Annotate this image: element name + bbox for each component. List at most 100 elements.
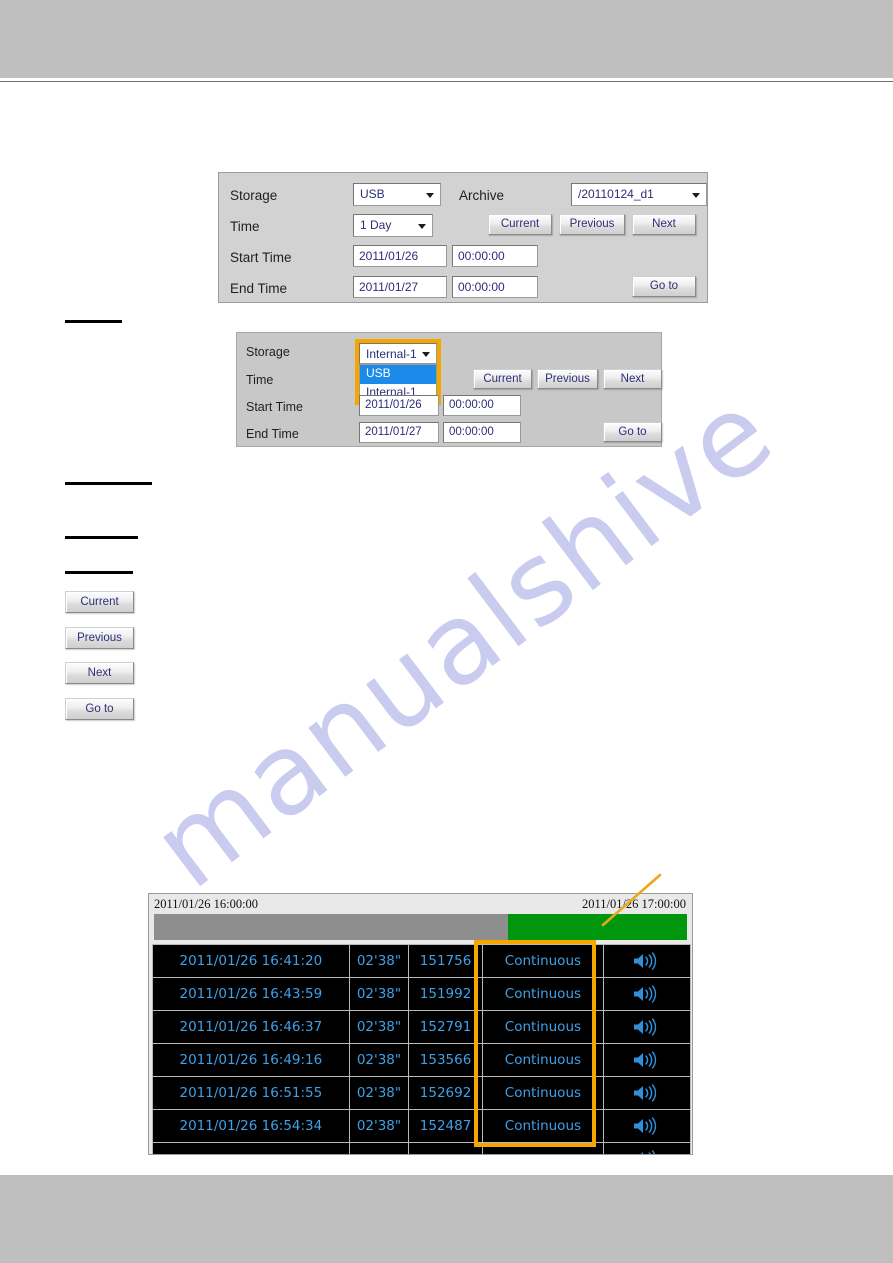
row-datetime-partial[interactable] xyxy=(152,1142,350,1154)
search-panel: Storage Time Start Time End Time Archive… xyxy=(218,172,708,303)
archive-select-value: /20110124_d1 xyxy=(578,187,654,201)
table-row[interactable]: 2011/01/26 16:43:59 02'38" 151992 Contin… xyxy=(152,977,692,1011)
label-end-time: End Time xyxy=(230,281,288,296)
storage-select-value: USB xyxy=(360,187,385,201)
row-duration[interactable]: 02'38" xyxy=(348,944,410,978)
time-range-select-value: 1 Day xyxy=(360,218,392,232)
row-type-partial[interactable] xyxy=(481,1142,604,1154)
archive-select[interactable]: /20110124_d1 xyxy=(571,183,707,206)
recording-list-widget: 2011/01/26 16:00:00 2011/01/26 17:00:00 … xyxy=(148,893,693,1155)
watermark-text: manualshive.com xyxy=(130,380,770,914)
goto-button-2[interactable]: Go to xyxy=(603,422,662,442)
end-date-field[interactable]: 2011/01/27 xyxy=(353,276,447,298)
watermark: manualshive.com xyxy=(70,380,770,940)
row-audio[interactable] xyxy=(602,944,692,978)
previous-button[interactable]: Previous xyxy=(559,214,625,235)
row-duration[interactable]: 02'38" xyxy=(348,1010,410,1044)
chevron-down-icon xyxy=(692,192,700,198)
next-button-2[interactable]: Next xyxy=(603,369,662,389)
label-storage: Storage xyxy=(230,188,278,203)
speaker-icon xyxy=(632,1084,662,1102)
goto-button[interactable]: Go to xyxy=(632,276,696,297)
speaker-icon xyxy=(632,985,662,1003)
label-time: Time xyxy=(230,219,260,234)
row-size-partial[interactable] xyxy=(408,1142,483,1154)
row-audio[interactable] xyxy=(602,1076,692,1110)
row-size[interactable]: 151992 xyxy=(408,977,483,1011)
current-button[interactable]: Current xyxy=(488,214,552,235)
label-start-time-2: Start Time xyxy=(246,400,303,414)
label-time-2: Time xyxy=(246,373,274,387)
row-type[interactable]: Continuous xyxy=(481,1043,604,1077)
row-duration[interactable]: 02'38" xyxy=(348,1043,410,1077)
table-row[interactable]: 2011/01/26 16:51:55 02'38" 152692 Contin… xyxy=(152,1076,692,1110)
timeline-recorded-segment[interactable] xyxy=(508,914,687,940)
label-storage-2: Storage xyxy=(246,345,290,359)
speaker-icon xyxy=(632,1150,662,1154)
legend-previous-button[interactable]: Previous xyxy=(65,627,134,649)
row-audio[interactable] xyxy=(602,1109,692,1143)
speaker-icon xyxy=(632,1018,662,1036)
row-type[interactable]: Continuous xyxy=(481,1076,604,1110)
row-datetime[interactable]: 2011/01/26 16:54:34 xyxy=(152,1109,350,1143)
storage-select[interactable]: USB xyxy=(353,183,441,206)
end-clock-field-2[interactable]: 00:00:00 xyxy=(443,422,521,443)
start-clock-field[interactable]: 00:00:00 xyxy=(452,245,538,267)
legend-next-button[interactable]: Next xyxy=(65,662,134,684)
row-audio[interactable] xyxy=(602,977,692,1011)
row-audio[interactable] xyxy=(602,1010,692,1044)
row-type[interactable]: Continuous xyxy=(481,1010,604,1044)
page-footer-band xyxy=(0,1175,893,1263)
row-size[interactable]: 153566 xyxy=(408,1043,483,1077)
margin-rule-1 xyxy=(65,320,122,323)
start-date-field-2[interactable]: 2011/01/26 xyxy=(359,395,439,416)
speaker-icon xyxy=(632,1051,662,1069)
timeline-start-label: 2011/01/26 16:00:00 xyxy=(154,897,259,911)
start-clock-field-2[interactable]: 00:00:00 xyxy=(443,395,521,416)
recording-table-body: 2011/01/26 16:41:20 02'38" 151756 Contin… xyxy=(152,944,692,1154)
row-audio-partial[interactable] xyxy=(602,1142,692,1154)
row-datetime[interactable]: 2011/01/26 16:41:20 xyxy=(152,944,350,978)
row-datetime[interactable]: 2011/01/26 16:49:16 xyxy=(152,1043,350,1077)
row-type[interactable]: Continuous xyxy=(481,977,604,1011)
table-row[interactable]: 2011/01/26 16:41:20 02'38" 151756 Contin… xyxy=(152,944,692,978)
next-button[interactable]: Next xyxy=(632,214,696,235)
table-row[interactable]: 2011/01/26 16:54:34 02'38" 152487 Contin… xyxy=(152,1109,692,1143)
recording-table: 2011/01/26 16:41:20 02'38" 151756 Contin… xyxy=(152,944,692,1154)
row-type[interactable]: Continuous xyxy=(481,1109,604,1143)
speaker-icon xyxy=(632,952,662,970)
row-datetime[interactable]: 2011/01/26 16:46:37 xyxy=(152,1010,350,1044)
row-datetime[interactable]: 2011/01/26 16:43:59 xyxy=(152,977,350,1011)
row-size[interactable]: 152791 xyxy=(408,1010,483,1044)
end-date-field-2[interactable]: 2011/01/27 xyxy=(359,422,439,443)
table-row[interactable]: 2011/01/26 16:49:16 02'38" 153566 Contin… xyxy=(152,1043,692,1077)
table-row[interactable]: 2011/01/26 16:46:37 02'38" 152791 Contin… xyxy=(152,1010,692,1044)
row-duration[interactable]: 02'38" xyxy=(348,1109,410,1143)
end-clock-field[interactable]: 00:00:00 xyxy=(452,276,538,298)
margin-rule-4 xyxy=(65,571,133,574)
chevron-down-icon xyxy=(426,192,434,198)
timeline-bar[interactable] xyxy=(154,914,687,940)
page-header-rule xyxy=(0,79,893,82)
speaker-icon xyxy=(632,1117,662,1135)
legend-goto-button[interactable]: Go to xyxy=(65,698,134,720)
row-type[interactable]: Continuous xyxy=(481,944,604,978)
current-button-2[interactable]: Current xyxy=(473,369,532,389)
row-duration[interactable]: 02'38" xyxy=(348,1076,410,1110)
label-archive: Archive xyxy=(459,188,505,203)
timeline-empty-segment[interactable] xyxy=(154,914,509,940)
time-range-select[interactable]: 1 Day xyxy=(353,214,433,237)
table-row-partial[interactable] xyxy=(152,1142,692,1154)
chevron-down-icon xyxy=(418,223,426,229)
legend-current-button[interactable]: Current xyxy=(65,591,134,613)
row-size[interactable]: 152692 xyxy=(408,1076,483,1110)
row-duration[interactable]: 02'38" xyxy=(348,977,410,1011)
margin-rule-3 xyxy=(65,536,138,539)
row-size[interactable]: 152487 xyxy=(408,1109,483,1143)
row-audio[interactable] xyxy=(602,1043,692,1077)
start-date-field[interactable]: 2011/01/26 xyxy=(353,245,447,267)
row-datetime[interactable]: 2011/01/26 16:51:55 xyxy=(152,1076,350,1110)
previous-button-2[interactable]: Previous xyxy=(537,369,598,389)
row-size[interactable]: 151756 xyxy=(408,944,483,978)
row-duration-partial[interactable] xyxy=(348,1142,410,1154)
